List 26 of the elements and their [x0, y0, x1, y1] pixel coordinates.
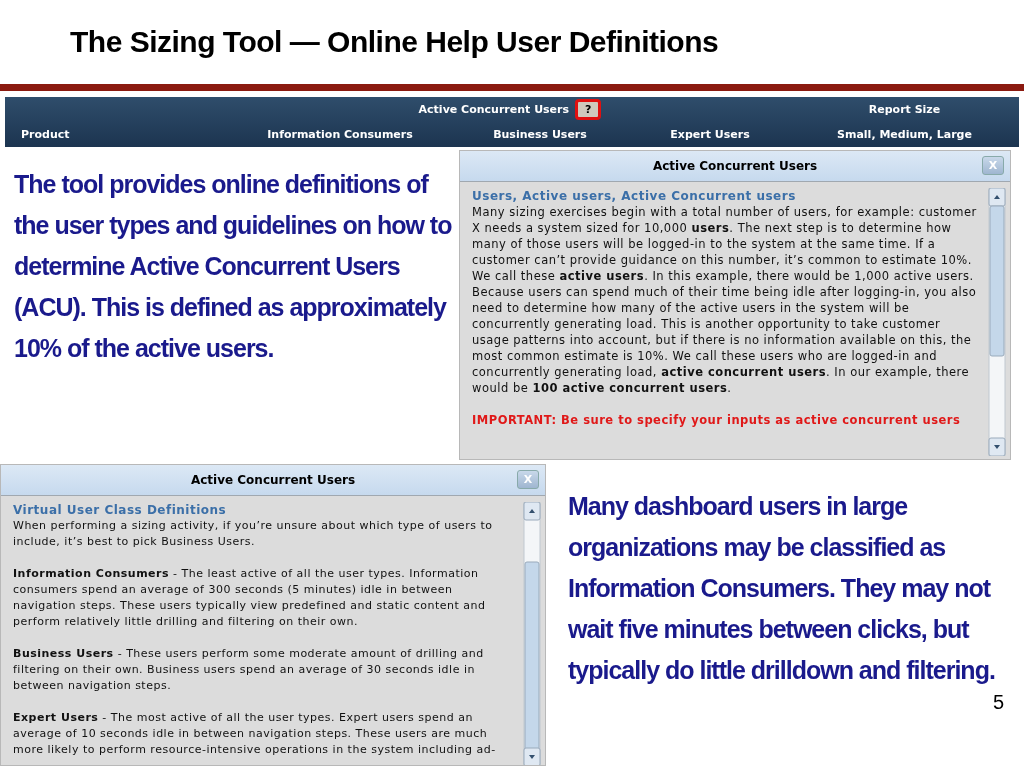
column-group-header: Report Size	[868, 103, 941, 116]
help-paragraph: Information Consumers - The least active of all the user types. Information consumers spend an average of 300 seconds (5 minutes) idle in between navigation steps. These users typically view predefined and static content and perform relatively little drilling and filtering on their own.	[13, 566, 487, 630]
column-header: Information Consumers	[267, 128, 413, 141]
column-header: Expert Users	[670, 128, 750, 141]
help-paragraph: Business Users - These users perform some moderate amount of drilling and filtering on their own. Business users spend an average of 30 seconds idle in between navigation steps.	[13, 646, 485, 694]
warning-text: IMPORTANT: Be sure to specify your inputs as active concurrent users	[472, 412, 962, 428]
dialog-title: Active Concurrent Users	[190, 473, 356, 487]
help-paragraph: Expert Users - The most active of all the user types. Expert users spend an average of 10 seconds idle in between navigation steps. These users are much more likely to perform resource-intensive operations in the system including ad-	[13, 710, 497, 758]
page-number: 5	[992, 691, 1004, 714]
help-button[interactable]: ?	[575, 99, 602, 120]
close-button[interactable]: X	[982, 156, 1004, 175]
dialog-title: Active Concurrent Users	[652, 159, 818, 173]
scrollbar[interactable]	[523, 502, 541, 765]
column-group-header: Active Concurrent Users	[418, 103, 570, 116]
column-header: Business Users	[493, 128, 587, 141]
help-heading: Users, Active users, Active Concurrent users	[472, 188, 797, 204]
intro-text: The tool provides online definitions of the user types and guidelines on how to determine Active Concurrent Users (ACU). This is defined as approximately 10% of the active users.	[13, 169, 453, 364]
help-heading: Virtual User Class Definitions	[13, 502, 228, 518]
help-paragraph: Many sizing exercises begin with a total number of users, for example: customer X needs a system sized for 10,000 users. The next step is to determine how many of those users will be logged-in to the system at the same time. If a customer can’t provide guidance on this number, it’s common to estimate 10%. We call these active users. In this example, there would be 1,000 active users. Because users can spend much of their time being idle after logging-in, you also need to determine how many of the active users in the system will be concurrently generating load. This is another opportunity to take customer usage patterns into account, but if there is no information available on this, the most common estimate is 10%. We call these users who are logged-in and concurrently generating load, active concurrent users. In our example, there would be 100 active concurrent users.	[472, 204, 978, 396]
column-header: Small, Medium, Large	[837, 128, 972, 141]
column-header: Product	[20, 128, 70, 141]
close-button[interactable]: X	[517, 470, 539, 489]
scrollbar[interactable]	[988, 188, 1006, 456]
note-text: Many dashboard users in large organizations may be classified as Information Consumers. They may not wait five minutes between clicks, but typically do little drilldown and filtering.	[568, 491, 996, 686]
slide-title: The Sizing Tool — Online Help User Definitions	[69, 24, 720, 60]
help-paragraph: When performing a sizing activity, if you’re unsure about which type of users to include, it’s best to pick Business Users.	[13, 518, 494, 550]
